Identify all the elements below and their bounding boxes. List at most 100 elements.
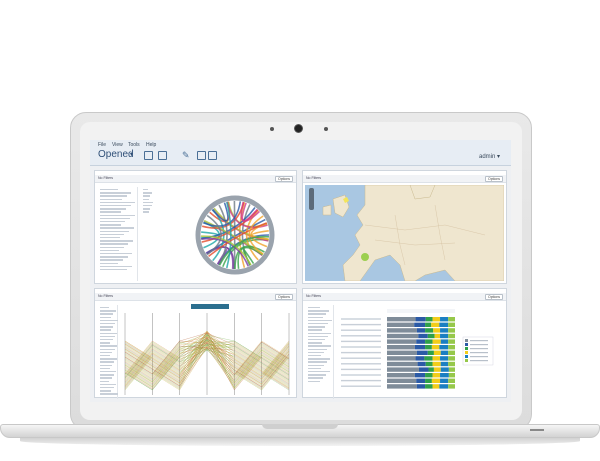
list-row[interactable]	[308, 313, 326, 315]
list-row[interactable]	[308, 332, 332, 334]
bar-segment[interactable]	[448, 317, 455, 322]
bar-segment[interactable]	[440, 328, 449, 333]
list-row[interactable]	[100, 269, 127, 271]
user-menu[interactable]: admin ▾	[479, 153, 500, 160]
bar-segment[interactable]	[431, 322, 440, 327]
list-row[interactable]	[100, 387, 114, 389]
bar-segment[interactable]	[414, 345, 426, 350]
list-row[interactable]	[100, 313, 114, 315]
bar-segment[interactable]	[431, 378, 441, 383]
bar-segment[interactable]	[416, 384, 426, 389]
filter-label[interactable]: No Filters	[98, 294, 113, 298]
bar-segment[interactable]	[416, 328, 426, 333]
filter-label[interactable]: No Filters	[306, 294, 321, 298]
bar-segment[interactable]	[425, 361, 433, 367]
list-row[interactable]	[308, 323, 329, 325]
list-row[interactable]	[100, 310, 116, 312]
list-row[interactable]	[100, 211, 122, 213]
field-list[interactable]	[98, 187, 138, 281]
list-row[interactable]	[308, 310, 329, 312]
list-row[interactable]	[100, 259, 124, 261]
parallel-coordinates-plot[interactable]	[119, 311, 295, 397]
bar-segment[interactable]	[387, 384, 417, 389]
list-row[interactable]	[100, 335, 115, 338]
list-row[interactable]	[100, 307, 109, 309]
list-row[interactable]	[100, 339, 113, 341]
list-row[interactable]	[100, 342, 111, 344]
folder-icon[interactable]	[144, 151, 153, 160]
list-row[interactable]	[143, 189, 148, 191]
list-row[interactable]	[100, 195, 127, 197]
list-row[interactable]	[143, 192, 152, 194]
list-row[interactable]	[100, 364, 112, 366]
list-row[interactable]	[100, 355, 110, 357]
bar-segment[interactable]	[440, 356, 449, 361]
list-row[interactable]	[308, 307, 320, 309]
list-row[interactable]	[308, 355, 322, 357]
list-row[interactable]	[308, 364, 324, 366]
list-row[interactable]	[100, 383, 116, 386]
list-row[interactable]	[100, 380, 110, 382]
list-row[interactable]	[308, 319, 332, 322]
list-row[interactable]	[308, 342, 322, 344]
list-row[interactable]	[100, 237, 120, 239]
menu-help[interactable]: Help	[146, 142, 156, 148]
bar-segment[interactable]	[387, 345, 415, 350]
bar-segment[interactable]	[440, 378, 449, 383]
list-row[interactable]	[100, 319, 118, 322]
menu-file[interactable]: File	[98, 142, 106, 148]
bar-segment[interactable]	[387, 333, 419, 339]
bar-segment[interactable]	[448, 333, 455, 339]
bar-segment[interactable]	[440, 373, 449, 378]
bar-segment[interactable]	[431, 345, 440, 350]
list-row[interactable]	[308, 371, 330, 373]
bar-segment[interactable]	[448, 378, 455, 383]
bar-segment[interactable]	[433, 350, 441, 355]
bar-segment[interactable]	[424, 356, 433, 361]
list-row[interactable]	[143, 205, 152, 207]
list-row[interactable]	[100, 224, 121, 226]
bar-segment[interactable]	[416, 350, 428, 355]
bar-segment[interactable]	[432, 339, 441, 344]
bar-segment[interactable]	[387, 378, 417, 383]
bar-segment[interactable]	[440, 361, 449, 367]
bar-segment[interactable]	[425, 378, 432, 383]
bar-segment[interactable]	[434, 333, 441, 339]
bar-segment[interactable]	[440, 339, 449, 344]
list-row[interactable]	[308, 377, 324, 379]
options-button[interactable]: Options	[485, 176, 504, 182]
list-row[interactable]	[100, 390, 112, 392]
stacked-bar-chart[interactable]	[337, 303, 505, 397]
bar-segment[interactable]	[440, 317, 449, 322]
bar-segment[interactable]	[416, 339, 426, 344]
bar-segment[interactable]	[448, 328, 455, 333]
bar-segment[interactable]	[448, 356, 455, 361]
list-row[interactable]	[100, 233, 125, 236]
list-row[interactable]	[100, 208, 126, 210]
list-row[interactable]	[308, 348, 328, 350]
list-row[interactable]	[100, 189, 118, 191]
list-row[interactable]	[308, 329, 323, 331]
list-row[interactable]	[308, 335, 328, 338]
bar-segment[interactable]	[439, 345, 449, 350]
list-row[interactable]	[100, 246, 124, 248]
bar-segment[interactable]	[448, 361, 455, 367]
bar-segment[interactable]	[432, 356, 441, 361]
bar-segment[interactable]	[418, 367, 429, 372]
bar-segment[interactable]	[387, 322, 415, 327]
list-row[interactable]	[100, 265, 132, 268]
list-row[interactable]	[143, 201, 153, 204]
bar-segment[interactable]	[425, 373, 433, 378]
bar-segment[interactable]	[427, 333, 435, 339]
list-row[interactable]	[143, 208, 151, 210]
bar-segment[interactable]	[387, 317, 416, 322]
bar-segment[interactable]	[432, 384, 440, 389]
list-row[interactable]	[100, 393, 118, 395]
list-row[interactable]	[100, 377, 112, 379]
list-row[interactable]	[100, 205, 131, 207]
list-row[interactable]	[100, 323, 116, 325]
bar-segment[interactable]	[416, 378, 426, 383]
list-row[interactable]	[100, 192, 132, 194]
bar-segment[interactable]	[415, 317, 426, 322]
bar-segment[interactable]	[440, 367, 449, 372]
